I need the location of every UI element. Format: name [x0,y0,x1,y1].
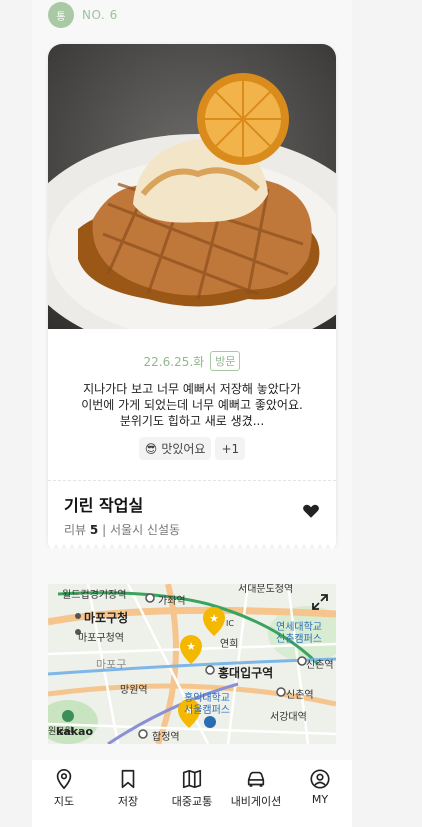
tab-my[interactable]: MY [288,768,352,806]
tab-map[interactable]: 지도 [32,768,96,809]
bottom-tab-bar: 지도 저장 대중교통 내비게이션 MY [32,760,352,827]
heart-icon[interactable] [302,502,320,520]
place-name[interactable]: 기린 작업실 [64,492,320,516]
svg-text:★: ★ [209,612,219,625]
post-header: 통 NO. 6 [48,2,118,28]
svg-text:★: ★ [186,640,196,653]
tab-saved[interactable]: 저장 [96,768,160,809]
avatar[interactable]: 통 [48,2,74,28]
map-label: IC [226,619,234,628]
map-label: 마포구청역 [78,633,124,644]
review-text[interactable]: 지나가다 보고 너무 예뻐서 저장해 놓았다가 이번에 가게 되었는데 너무 예… [74,381,310,429]
feed[interactable]: 통 NO. 6 22.6.25.화 방문 지나가다 보고 너무 예뻐서 저장해 … [32,0,352,760]
user-circle-icon [310,769,330,789]
reaction-more-chip[interactable]: +1 [215,437,246,460]
map-label: 월드컵경기장역 [62,590,127,601]
right-gutter [352,0,422,827]
map-label: 서대문도청역 [238,584,294,595]
map-label: 신촌역 [306,660,334,671]
map-label: 신촌역 [286,690,314,701]
map-label: 마포구청 [84,611,129,625]
review-body: 22.6.25.화 방문 지나가다 보고 너무 예뻐서 저장해 놓았다가 이번에… [48,329,336,479]
tab-navigation[interactable]: 내비게이션 [224,768,288,809]
card-zigzag-edge [48,542,336,550]
sunglasses-emoji-icon: 😎 [144,441,158,456]
place-info[interactable]: 기린 작업실 리뷰 5 | 서울시 신설동 [64,492,320,538]
map-label: 서강대역 [270,712,307,723]
tab-label: 지도 [53,795,75,808]
map-label: 합정역 [152,732,180,743]
reaction-label: 맛있어요 [161,442,206,456]
review-card[interactable]: 22.6.25.화 방문 지나가다 보고 너무 예뻐서 저장해 놓았다가 이번에… [48,44,336,544]
map-label: 가좌역 [158,596,186,607]
map-label: 신촌캠퍼스 [276,634,322,645]
post-number: NO. 6 [82,8,118,22]
bookmark-icon [121,769,135,789]
waffle-photo[interactable] [48,44,336,329]
map-label: 망원역 [120,685,148,696]
map-label: 연희 [220,639,239,650]
reaction-chip[interactable]: 😎 맛있어요 [138,437,212,460]
review-count: 5 [89,523,99,537]
meta-separator: | [102,523,107,537]
tab-label: 내비게이션 [230,795,282,808]
kakao-logo: kakao [56,725,94,738]
map-label: 마포구 [96,658,127,671]
review-meta: 22.6.25.화 방문 [48,351,336,371]
tab-label: 저장 [117,795,139,808]
tab-transit[interactable]: 대중교통 [160,768,224,809]
expand-icon[interactable] [310,592,330,612]
reactions: 😎 맛있어요 +1 [48,437,336,460]
left-gutter [0,0,32,827]
place-meta: 리뷰 5 | 서울시 신설동 [64,521,320,538]
map-label: 서울캠퍼스 [184,705,230,716]
map-pin-icon [56,769,72,790]
review-label: 리뷰 [64,523,87,537]
review-date: 22.6.25.화 [143,354,205,369]
place-location: 서울시 신설동 [109,523,181,537]
tab-label: MY [311,793,329,806]
car-icon [247,771,265,787]
tab-label: 대중교통 [171,795,213,808]
map-label: 홍대입구역 [218,666,274,680]
waffle-image [48,44,336,329]
dashed-divider [48,480,336,481]
visit-badge: 방문 [210,351,241,371]
map-preview[interactable]: ★ ★ ★ 월드컵경기장역 가좌역 서대문도청역 마포구청 마포구청역 마포구 … [48,584,336,744]
map-fold-icon [182,769,202,789]
